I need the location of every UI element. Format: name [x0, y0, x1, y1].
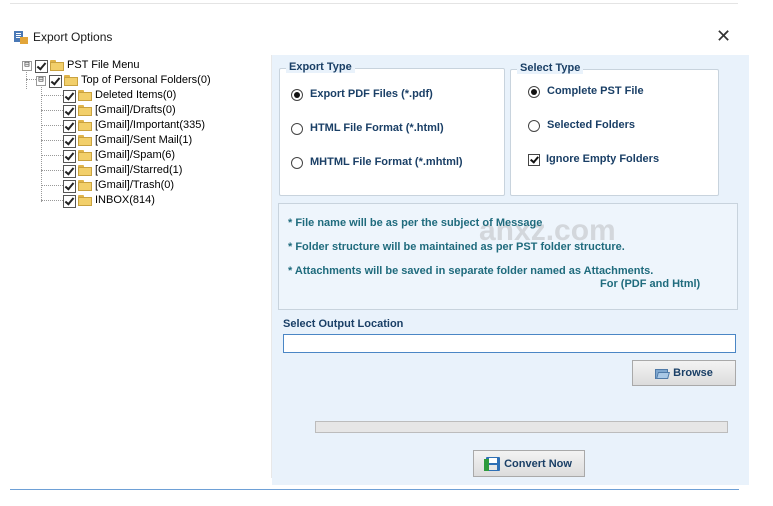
browse-button[interactable]: Browse: [632, 360, 736, 386]
radio-icon[interactable]: [528, 120, 540, 132]
tree-item[interactable]: Deleted Items(0): [63, 89, 263, 104]
tree-line: [41, 170, 63, 171]
tree-item[interactable]: [Gmail]/Sent Mail(1): [63, 134, 263, 149]
radio-label: MHTML File Format (*.mhtml): [310, 156, 463, 168]
collapse-icon[interactable]: ⊟: [22, 61, 32, 71]
tree-line: [41, 140, 63, 141]
tree-item-label: [Gmail]/Starred(1): [95, 164, 183, 176]
tree-item-label: [Gmail]/Trash(0): [95, 179, 175, 191]
radio-label: HTML File Format (*.html): [310, 122, 444, 134]
tree-root[interactable]: ⊟ PST File Menu: [22, 59, 222, 74]
checkbox-icon[interactable]: [63, 165, 76, 178]
info-box: anxz.com * File name will be as per the …: [278, 203, 738, 310]
select-type-group: Select Type Complete PST File Selected F…: [510, 62, 719, 196]
info-line: * Attachments will be saved in separate …: [288, 265, 654, 277]
select-type-title: Select Type: [517, 62, 584, 74]
tree-item[interactable]: INBOX(814): [63, 194, 263, 209]
bottom-divider: [10, 489, 739, 490]
folder-tree: ⊟ PST File Menu ⊟ Top of Personal Folder…: [17, 55, 272, 478]
radio-label: Export PDF Files (*.pdf): [310, 88, 433, 100]
checkbox-icon[interactable]: [49, 75, 62, 88]
tree-personal-folders[interactable]: ⊟ Top of Personal Folders(0): [36, 74, 256, 89]
tree-item-label: Deleted Items(0): [95, 89, 177, 101]
radio-label: Selected Folders: [547, 119, 636, 131]
checkbox-icon[interactable]: [63, 180, 76, 193]
tree-item-label: [Gmail]/Important(335): [95, 119, 206, 131]
tree-item-label: [Gmail]/Sent Mail(1): [95, 134, 193, 146]
checkbox-icon[interactable]: [63, 135, 76, 148]
checkbox-icon[interactable]: [63, 120, 76, 133]
top-divider: [10, 3, 738, 4]
tree-item[interactable]: [Gmail]/Starred(1): [63, 164, 263, 179]
export-options-icon: [14, 31, 28, 44]
radio-label: Complete PST File: [547, 85, 644, 97]
title-bar: Export Options ✕: [0, 25, 773, 49]
info-line: * Folder structure will be maintained as…: [288, 241, 625, 253]
output-location-input[interactable]: [283, 334, 736, 353]
folder-icon: [78, 180, 92, 191]
folder-icon: [78, 105, 92, 116]
checkbox-icon[interactable]: [63, 195, 76, 208]
checkbox-icon[interactable]: [63, 150, 76, 163]
browse-button-label: Browse: [673, 367, 713, 379]
collapse-icon[interactable]: ⊟: [36, 76, 46, 86]
tree-item-label: [Gmail]/Drafts(0): [95, 104, 176, 116]
checkbox-icon[interactable]: [35, 60, 48, 73]
info-line: For (PDF and Html): [600, 278, 701, 290]
tree-line: [41, 95, 63, 96]
close-icon[interactable]: ✕: [716, 27, 731, 45]
folder-icon: [78, 90, 92, 101]
tree-line: [41, 155, 63, 156]
progress-bar: [315, 421, 728, 433]
tree-line: [41, 200, 63, 201]
folder-icon: [50, 60, 64, 71]
folder-icon: [78, 150, 92, 161]
folder-icon: [64, 75, 78, 86]
radio-icon[interactable]: [291, 157, 303, 169]
tree-item[interactable]: [Gmail]/Trash(0): [63, 179, 263, 194]
tree-line: [41, 185, 63, 186]
tree-line: [41, 125, 63, 126]
checkbox-icon[interactable]: [63, 105, 76, 118]
checkbox-label: Ignore Empty Folders: [546, 153, 660, 165]
checkbox-checked-icon[interactable]: [528, 154, 540, 166]
convert-now-label: Convert Now: [504, 457, 572, 470]
tree-node-label: Top of Personal Folders(0): [81, 74, 211, 86]
export-type-group: Export Type Export PDF Files (*.pdf) HTM…: [279, 61, 505, 196]
folder-open-icon: [655, 368, 671, 379]
save-disk-icon: [484, 456, 501, 471]
radio-selected-icon[interactable]: [291, 89, 303, 101]
folder-icon: [78, 135, 92, 146]
folder-icon: [78, 120, 92, 131]
export-type-title: Export Type: [286, 61, 355, 73]
checkbox-icon[interactable]: [63, 90, 76, 103]
tree-item[interactable]: [Gmail]/Important(335): [63, 119, 263, 134]
window-title: Export Options: [33, 30, 113, 44]
info-line: * File name will be as per the subject o…: [288, 217, 543, 229]
tree-item[interactable]: [Gmail]/Spam(6): [63, 149, 263, 164]
tree-item[interactable]: [Gmail]/Drafts(0): [63, 104, 263, 119]
tree-item-label: [Gmail]/Spam(6): [95, 149, 176, 161]
folder-icon: [78, 165, 92, 176]
output-location-label: Select Output Location: [283, 318, 404, 330]
tree-item-label: INBOX(814): [95, 194, 155, 206]
radio-selected-icon[interactable]: [528, 86, 540, 98]
tree-line: [41, 81, 42, 202]
tree-root-label: PST File Menu: [67, 59, 140, 71]
folder-icon: [78, 195, 92, 206]
radio-icon[interactable]: [291, 123, 303, 135]
convert-now-button[interactable]: Convert Now: [473, 450, 585, 477]
tree-line: [41, 110, 63, 111]
